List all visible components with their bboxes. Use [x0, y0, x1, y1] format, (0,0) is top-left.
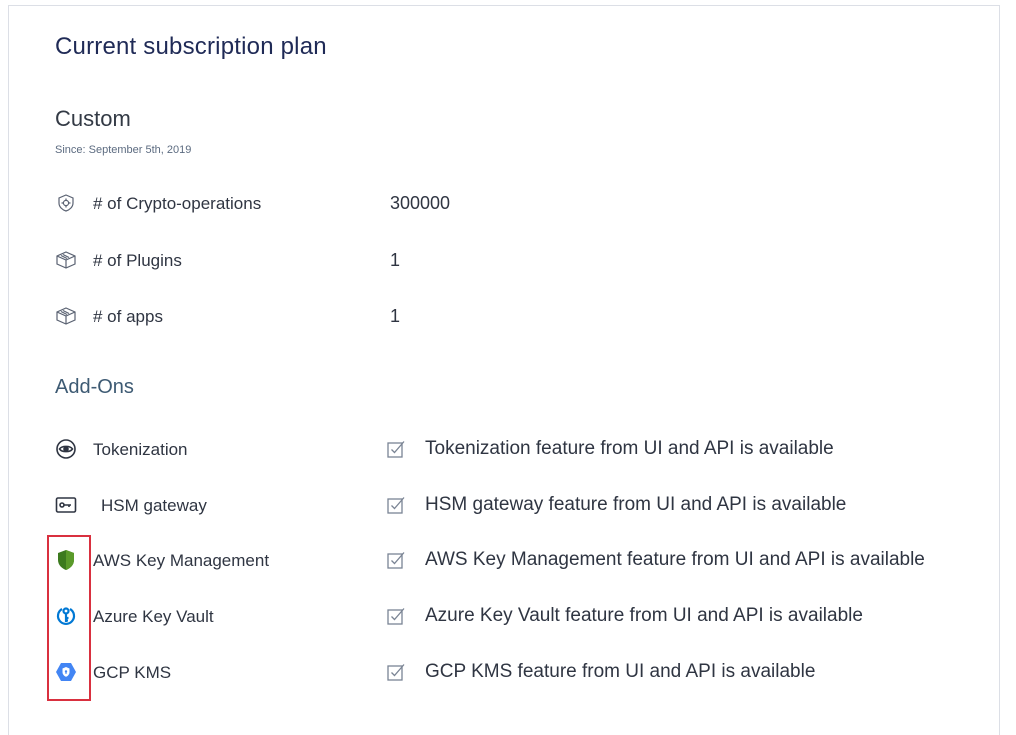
limit-label: # of apps	[93, 307, 163, 326]
limit-row-plugins: # of Plugins 1	[55, 247, 1005, 275]
addon-description: GCP KMS feature from UI and API is avail…	[425, 661, 816, 682]
limit-label: # of Crypto-operations	[93, 194, 262, 213]
eye-icon	[55, 438, 77, 460]
checkbox-checked-icon	[385, 438, 407, 460]
highlight-box	[47, 535, 91, 701]
addon-description: Tokenization feature from UI and API is …	[425, 438, 834, 459]
limit-row-apps: # of apps 1	[55, 303, 1005, 331]
key-card-icon	[55, 494, 77, 516]
addon-label: HSM gateway	[101, 496, 207, 515]
plan-name: Custom	[55, 106, 131, 131]
limit-value: 1	[390, 306, 401, 326]
cube-icon	[55, 249, 77, 271]
addon-description: HSM gateway feature from UI and API is a…	[425, 494, 847, 515]
addon-row-hsm-gateway: HSM gateway HSM gateway feature from UI …	[55, 492, 1005, 520]
addon-label: GCP KMS	[93, 663, 172, 682]
limit-label: # of Plugins	[93, 251, 182, 270]
checkbox-checked-icon	[385, 494, 407, 516]
cube-icon	[55, 305, 77, 327]
addon-label: AWS Key Management	[93, 551, 270, 570]
checkbox-checked-icon	[385, 549, 407, 571]
addon-row-gcp-kms: GCP KMS GCP KMS feature from UI and API …	[55, 659, 1005, 687]
addon-description: AWS Key Management feature from UI and A…	[425, 549, 925, 570]
limit-value: 1	[390, 250, 401, 270]
addon-description: Azure Key Vault feature from UI and API …	[425, 605, 863, 626]
addon-row-aws-key-management: AWS Key Management AWS Key Management fe…	[55, 547, 1005, 575]
gear-shield-icon	[55, 192, 77, 214]
limit-value: 300000	[390, 193, 451, 213]
addon-row-tokenization: Tokenization Tokenization feature from U…	[55, 436, 1005, 464]
page-title: Current subscription plan	[55, 33, 327, 60]
addon-row-azure-key-vault: Azure Key Vault Azure Key Vault feature …	[55, 603, 1005, 631]
limit-row-crypto-operations: # of Crypto-operations 300000	[55, 190, 1005, 218]
plan-since-date: Since: September 5th, 2019	[55, 144, 192, 156]
addon-label: Azure Key Vault	[93, 607, 214, 626]
checkbox-checked-icon	[385, 661, 407, 683]
checkbox-checked-icon	[385, 605, 407, 627]
addon-label: Tokenization	[93, 440, 188, 459]
addons-heading: Add-Ons	[55, 376, 134, 398]
